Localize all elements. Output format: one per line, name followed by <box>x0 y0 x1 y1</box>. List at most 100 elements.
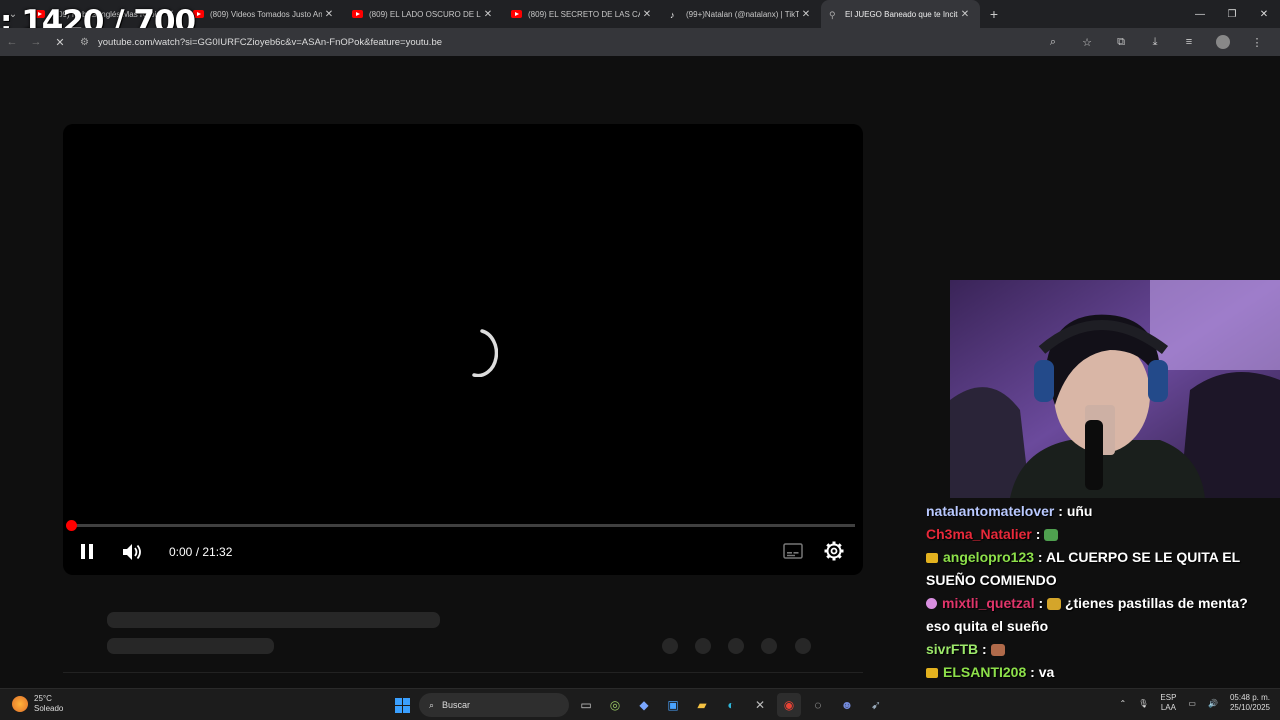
subscriber-badge-icon <box>926 598 937 609</box>
widgets-icon[interactable]: ◎ <box>603 693 627 717</box>
site-icon: ⚲ <box>829 10 836 20</box>
chrome-icon[interactable]: ◉ <box>777 693 801 717</box>
action-skeleton <box>761 638 777 654</box>
chat-message: ELSANTI208 : va <box>920 661 1280 684</box>
webcam-image <box>950 280 1280 498</box>
tab-title: (809) EL SECRETO DE LAS CANCIONES <box>528 9 640 19</box>
system-tray: ⌃ 🎙 ESP LAA ▭ 🔊 05:48 p. m. 25/10/2025 <box>1120 693 1270 713</box>
player-controls: 0:00 / 21:32 <box>63 537 863 567</box>
file-explorer-icon[interactable]: ▰ <box>690 693 714 717</box>
toolbar-actions: ⌕ ☆ ⧉ ⤓ ≡ ⋮ <box>1038 28 1272 56</box>
settings-gear-icon[interactable] <box>823 540 845 562</box>
action-skeleton <box>662 638 678 654</box>
back-icon[interactable]: ← <box>0 36 24 48</box>
restore-icon[interactable]: ❐ <box>1216 0 1248 28</box>
tab-close-icon[interactable]: ✕ <box>481 9 495 20</box>
chat-separator: : <box>1034 595 1048 611</box>
browser-tab[interactable]: (809) EL SECRETO DE LAS CANCIONES ✕ <box>503 0 662 28</box>
minimize-icon[interactable]: — <box>1184 0 1216 28</box>
webcam-overlay <box>950 280 1280 498</box>
discord-icon[interactable]: ☻ <box>835 693 859 717</box>
edge-icon[interactable]: ◐ <box>719 693 743 717</box>
speaker-icon[interactable]: 🔊 <box>1208 699 1218 708</box>
chat-text: va <box>1038 664 1055 680</box>
youtube-icon <box>511 10 522 18</box>
chat-separator: : <box>978 641 991 657</box>
tab-close-icon[interactable]: ✕ <box>799 9 813 20</box>
browser-tab[interactable]: (809) EL LADO OSCURO DE LOS ✕ <box>344 0 503 28</box>
crown-badge-icon <box>926 553 938 563</box>
volume-icon[interactable] <box>121 542 145 562</box>
steam-icon[interactable]: ➹ <box>864 693 888 717</box>
taskbar-apps: ⌕ Buscar ▭ ◎ ◆ ▣ ▰ ◐ ✕ ◉ ◌ ☻ ➹ <box>390 693 888 717</box>
search-label: Buscar <box>442 700 471 710</box>
new-tab-button[interactable]: + <box>980 6 1008 22</box>
tab-close-icon[interactable]: ✕ <box>322 9 336 20</box>
address-bar[interactable]: ⚙ youtube.com/watch?si=GG0IURFCZioyeb6c&… <box>80 31 1120 53</box>
task-view-icon[interactable]: ▭ <box>574 693 598 717</box>
sun-icon <box>12 696 28 712</box>
chat-username: natalantomatelover <box>926 503 1055 519</box>
chat-separator: : <box>1034 549 1046 565</box>
tab-close-icon[interactable]: ✕ <box>958 9 972 20</box>
chat-message: Ch3ma_Natalier : <box>920 523 1280 546</box>
chat-message: mixtli_quetzal : ¿tienes pastillas de me… <box>920 592 1280 638</box>
tray-chevron-icon[interactable]: ⌃ <box>1120 699 1127 708</box>
copilot-icon[interactable]: ◆ <box>632 693 656 717</box>
chat-emote-icon <box>1044 529 1059 541</box>
stop-loading-icon[interactable]: ✕ <box>48 36 72 49</box>
loading-spinner-icon <box>472 329 498 377</box>
start-button[interactable] <box>390 693 414 717</box>
tab-close-icon[interactable]: ✕ <box>640 9 654 20</box>
search-icon: ⌕ <box>429 699 435 710</box>
more-menu-icon[interactable]: ⋮ <box>1242 36 1272 49</box>
site-info-icon[interactable]: ⚙ <box>80 37 98 48</box>
tiktok-icon: ♪ <box>670 10 675 20</box>
progress-bar[interactable] <box>66 520 855 531</box>
clock[interactable]: 05:48 p. m. 25/10/2025 <box>1230 693 1270 713</box>
scrubber-handle[interactable] <box>66 520 77 531</box>
media-control-icon[interactable]: ≡ <box>1174 36 1204 48</box>
clock-time: 05:48 p. m. <box>1229 693 1270 702</box>
pause-button[interactable] <box>81 544 101 560</box>
tab-title: (809) EL LADO OSCURO DE LOS <box>369 9 481 19</box>
chat-username: ELSANTI208 <box>943 664 1027 680</box>
bookmark-star-icon[interactable]: ☆ <box>1072 36 1102 49</box>
tab-title: (809) Videos Tomados Justo Antes <box>210 9 322 19</box>
excel-icon[interactable]: ✕ <box>748 693 772 717</box>
time-current: 0:00 <box>169 545 193 559</box>
time-separator: / <box>192 545 203 559</box>
extensions-icon[interactable]: ⧉ <box>1106 36 1136 49</box>
windows-logo-icon <box>394 697 410 713</box>
language-indicator[interactable]: ESP LAA <box>1160 693 1176 713</box>
microphone-icon[interactable]: 🎙 <box>1138 699 1148 708</box>
chat-message: natalantomatelover : uñu <box>920 500 1280 523</box>
forward-icon[interactable]: → <box>24 36 48 48</box>
download-icon[interactable]: ⤓ <box>1140 36 1170 49</box>
obs-icon[interactable]: ◌ <box>806 693 830 717</box>
close-window-icon[interactable]: ✕ <box>1248 0 1280 28</box>
chat-username: angelopro123 <box>943 549 1035 565</box>
video-player[interactable]: 0:00 / 21:32 <box>63 124 863 575</box>
chat-username: sivrFTB <box>926 641 979 657</box>
taskbar-search[interactable]: ⌕ Buscar <box>419 693 569 717</box>
chat-username: Ch3ma_Natalier <box>926 526 1032 542</box>
browser-tab-active[interactable]: ⚲ El JUEGO Baneado que te Incita ✕ <box>821 0 980 28</box>
time-display: 0:00 / 21:32 <box>169 545 232 559</box>
chat-separator: : <box>1054 503 1067 519</box>
browser-tab[interactable]: ♪ (99+)Natalan (@natalanx) | TikTok ✕ <box>662 0 821 28</box>
zoom-icon[interactable]: ⌕ <box>1038 36 1068 49</box>
profile-avatar[interactable] <box>1216 35 1230 49</box>
tab-title: El JUEGO Baneado que te Incita <box>845 9 958 19</box>
action-skeleton <box>795 638 811 654</box>
divider <box>63 672 863 673</box>
store-icon[interactable]: ▣ <box>661 693 685 717</box>
weather-widget[interactable]: 25°C Soleado <box>12 694 63 714</box>
subtitles-icon[interactable] <box>783 543 803 559</box>
subtitle-skeleton <box>107 638 274 654</box>
network-icon[interactable]: ▭ <box>1188 699 1196 708</box>
lang-line2: LAA <box>1160 703 1176 712</box>
browser-toolbar: ← → ✕ ⚙ youtube.com/watch?si=GG0IURFCZio… <box>0 28 1280 56</box>
browser-tab[interactable]: (809) Videos Tomados Justo Antes ✕ <box>185 0 344 28</box>
crown-badge-icon <box>926 668 938 678</box>
